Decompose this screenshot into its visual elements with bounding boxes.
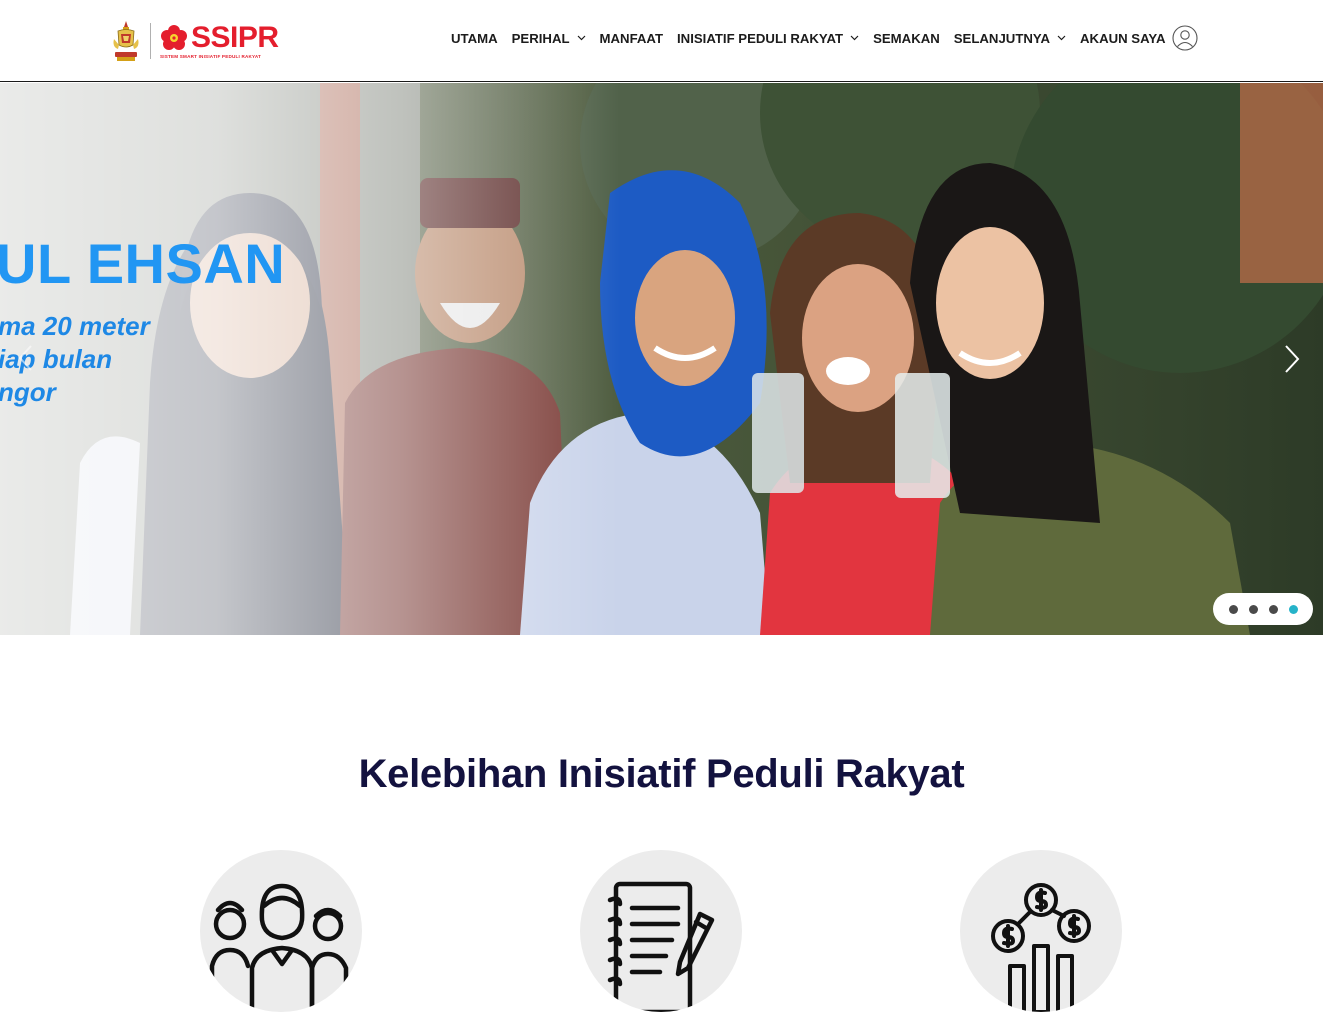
site-logo[interactable]: SSIPR SISTEM SMART INISIATIF PEDULI RAKY… (110, 18, 279, 64)
nav-manfaat-label: MANFAAT (599, 30, 664, 46)
people-group-icon (209, 883, 349, 1012)
main-nav: UTAMA PERIHAL MANFAAT INISIATIF PEDULI R… (451, 25, 1198, 51)
nav-manfaat[interactable]: MANFAAT (600, 31, 663, 46)
nav-semakan[interactable]: SEMAKAN (873, 31, 940, 46)
hero-carousel: UL EHSAN ma 20 meter iap bulan ngor (0, 83, 1323, 635)
nav-perihal-label: PERIHAL (511, 30, 570, 46)
selangor-flower-icon (161, 25, 187, 50)
nav-akaun-label: AKAUN SAYA (1080, 30, 1166, 46)
feature-notebook (580, 850, 742, 1012)
carousel-dots (1213, 593, 1313, 625)
brand-tagline: SISTEM SMART INISIATIF PEDULI RAKYAT (160, 54, 262, 59)
carousel-dot-2[interactable] (1248, 604, 1258, 614)
feature-people (200, 850, 362, 1012)
carousel-dot-1[interactable] (1228, 604, 1238, 614)
feature-money-growth (960, 850, 1122, 1012)
hero-subtitle-line-1: ma 20 meter (0, 311, 150, 341)
logo-divider (150, 23, 151, 59)
nav-selanjutnya[interactable]: SELANJUTNYA (954, 31, 1066, 46)
chevron-left-icon[interactable] (16, 343, 36, 373)
nav-akaun-saya[interactable]: AKAUN SAYA (1080, 31, 1166, 46)
nav-selanjutnya-label: SELANJUTNYA (953, 30, 1051, 46)
nav-semakan-label: SEMAKAN (873, 30, 940, 46)
money-growth-icon (991, 883, 1091, 1012)
notebook-pen-icon (607, 881, 715, 1012)
user-account-icon[interactable] (1171, 25, 1198, 51)
hero-subtitle-line-3: ngor (0, 377, 56, 407)
carousel-dot-4[interactable] (1288, 604, 1298, 614)
chevron-down-icon (1057, 35, 1066, 41)
nav-utama[interactable]: UTAMA (451, 31, 498, 46)
nav-inisiatif[interactable]: INISIATIF PEDULI RAKYAT (677, 31, 859, 46)
site-header: SSIPR SISTEM SMART INISIATIF PEDULI RAKY… (0, 0, 1323, 82)
hero-title: UL EHSAN (0, 232, 286, 295)
brand: SSIPR SISTEM SMART INISIATIF PEDULI RAKY… (160, 21, 279, 60)
carousel-dot-3[interactable] (1268, 604, 1278, 614)
nav-perihal[interactable]: PERIHAL (512, 31, 586, 46)
section-title: Kelebihan Inisiatif Peduli Rakyat (358, 752, 965, 796)
chevron-down-icon (577, 35, 585, 41)
chevron-down-icon (850, 35, 859, 41)
nav-utama-label: UTAMA (451, 30, 498, 46)
chevron-right-icon[interactable] (1282, 343, 1302, 375)
selangor-crest-icon (113, 21, 139, 61)
nav-inisiatif-label: INISIATIF PEDULI RAKYAT (677, 30, 844, 46)
brand-name: SSIPR (191, 21, 279, 54)
